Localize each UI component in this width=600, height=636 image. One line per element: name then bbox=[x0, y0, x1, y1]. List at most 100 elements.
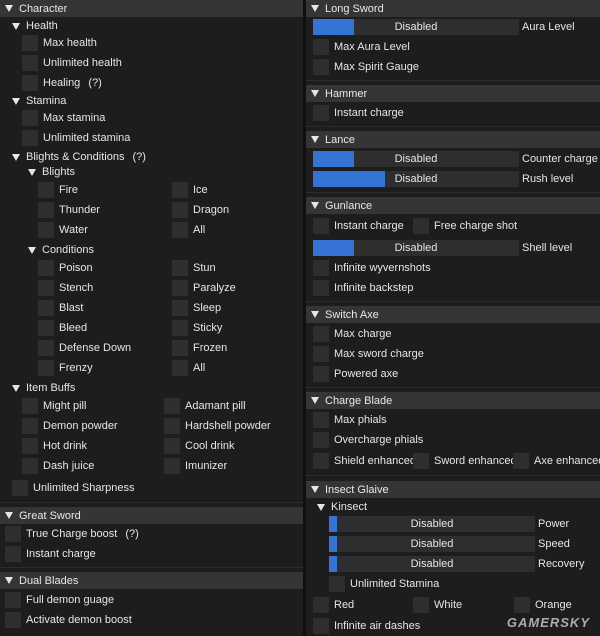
condition-blast-checkbox[interactable]: Blast bbox=[38, 300, 83, 316]
might-pill-checkbox[interactable]: Might pill bbox=[22, 398, 86, 414]
condition-poison-checkbox[interactable]: Poison bbox=[38, 260, 93, 276]
checkbox-box[interactable] bbox=[5, 546, 21, 562]
blight-dragon-checkbox[interactable]: Dragon bbox=[172, 202, 229, 218]
condition-stun-checkbox[interactable]: Stun bbox=[172, 260, 216, 276]
checkbox-box[interactable] bbox=[172, 182, 188, 198]
checkbox-box[interactable] bbox=[38, 260, 54, 276]
blight-water-checkbox[interactable]: Water bbox=[38, 222, 88, 238]
max-phials-checkbox[interactable]: Max phials bbox=[313, 412, 387, 428]
great-sword-instant-charge-checkbox[interactable]: Instant charge bbox=[5, 546, 96, 562]
header-character[interactable]: Character bbox=[0, 0, 304, 17]
gunlance-instant-charge-checkbox[interactable]: Instant charge bbox=[313, 218, 404, 234]
checkbox-box[interactable] bbox=[172, 280, 188, 296]
checkbox-box[interactable] bbox=[164, 458, 180, 474]
axe-enhanced-checkbox[interactable]: Axe enhanced bbox=[513, 453, 600, 469]
checkbox-box[interactable] bbox=[172, 360, 188, 376]
blight-thunder-checkbox[interactable]: Thunder bbox=[38, 202, 100, 218]
header-charge-blade[interactable]: Charge Blade bbox=[306, 392, 600, 409]
header-great-sword[interactable]: Great Sword bbox=[0, 507, 304, 524]
checkbox-box[interactable] bbox=[5, 526, 21, 542]
checkbox-box[interactable] bbox=[22, 75, 38, 91]
checkbox-box[interactable] bbox=[313, 346, 329, 362]
red-extract-checkbox[interactable]: Red bbox=[313, 597, 354, 613]
max-stamina-checkbox[interactable]: Max stamina bbox=[22, 110, 105, 126]
max-health-checkbox[interactable]: Max health bbox=[22, 35, 97, 51]
max-charge-checkbox[interactable]: Max charge bbox=[313, 326, 391, 342]
counter-charge-slider[interactable]: Disabled bbox=[313, 151, 519, 167]
checkbox-box[interactable] bbox=[313, 105, 329, 121]
imunizer-checkbox[interactable]: Imunizer bbox=[164, 458, 227, 474]
checkbox-box[interactable] bbox=[329, 576, 345, 592]
tree-blights-conditions[interactable]: Blights & Conditions (?) bbox=[12, 150, 146, 164]
max-aura-checkbox[interactable]: Max Aura Level bbox=[313, 39, 410, 55]
infinite-backstep-checkbox[interactable]: Infinite backstep bbox=[313, 280, 414, 296]
header-hammer[interactable]: Hammer bbox=[306, 85, 600, 102]
free-charge-checkbox[interactable]: Free charge shot bbox=[413, 218, 517, 234]
header-gunlance[interactable]: Gunlance bbox=[306, 197, 600, 214]
adamant-pill-checkbox[interactable]: Adamant pill bbox=[164, 398, 246, 414]
checkbox-box[interactable] bbox=[514, 597, 530, 613]
blights-conditions-help[interactable]: (?) bbox=[132, 151, 145, 163]
kinsect-speed-slider[interactable]: Disabled bbox=[329, 536, 535, 552]
checkbox-box[interactable] bbox=[313, 432, 329, 448]
blight-fire-checkbox[interactable]: Fire bbox=[38, 182, 78, 198]
checkbox-box[interactable] bbox=[313, 618, 329, 634]
true-charge-checkbox[interactable]: True Charge boost (?) bbox=[5, 526, 139, 542]
unlimited-sharpness-checkbox[interactable]: Unlimited Sharpness bbox=[12, 480, 135, 496]
blight-all-checkbox[interactable]: All bbox=[172, 222, 205, 238]
checkbox-box[interactable] bbox=[313, 366, 329, 382]
full-demon-checkbox[interactable]: Full demon guage bbox=[5, 592, 114, 608]
dash-juice-checkbox[interactable]: Dash juice bbox=[22, 458, 94, 474]
checkbox-box[interactable] bbox=[38, 222, 54, 238]
checkbox-box[interactable] bbox=[313, 39, 329, 55]
checkbox-box[interactable] bbox=[164, 438, 180, 454]
condition-bleed-checkbox[interactable]: Bleed bbox=[38, 320, 87, 336]
checkbox-box[interactable] bbox=[38, 320, 54, 336]
tree-stamina[interactable]: Stamina bbox=[12, 94, 66, 108]
activate-demon-checkbox[interactable]: Activate demon boost bbox=[5, 612, 132, 628]
checkbox-box[interactable] bbox=[313, 260, 329, 276]
checkbox-box[interactable] bbox=[413, 218, 429, 234]
aura-level-slider[interactable]: Disabled bbox=[313, 19, 519, 35]
checkbox-box[interactable] bbox=[513, 453, 529, 469]
checkbox-box[interactable] bbox=[38, 360, 54, 376]
checkbox-box[interactable] bbox=[164, 398, 180, 414]
checkbox-box[interactable] bbox=[413, 453, 429, 469]
infinite-wyvernshots-checkbox[interactable]: Infinite wyvernshots bbox=[313, 260, 431, 276]
kinsect-power-slider[interactable]: Disabled bbox=[329, 516, 535, 532]
header-lance[interactable]: Lance bbox=[306, 131, 600, 148]
condition-all-checkbox[interactable]: All bbox=[172, 360, 205, 376]
checkbox-box[interactable] bbox=[12, 480, 28, 496]
kinsect-unlimited-stamina-checkbox[interactable]: Unlimited Stamina bbox=[329, 576, 439, 592]
blight-ice-checkbox[interactable]: Ice bbox=[172, 182, 208, 198]
checkbox-box[interactable] bbox=[313, 280, 329, 296]
header-dual-blades[interactable]: Dual Blades bbox=[0, 572, 304, 589]
checkbox-box[interactable] bbox=[313, 326, 329, 342]
healing-checkbox[interactable]: Healing (?) bbox=[22, 75, 102, 91]
checkbox-box[interactable] bbox=[22, 438, 38, 454]
checkbox-box[interactable] bbox=[22, 398, 38, 414]
max-sword-charge-checkbox[interactable]: Max sword charge bbox=[313, 346, 424, 362]
unlimited-health-checkbox[interactable]: Unlimited health bbox=[22, 55, 122, 71]
condition-frozen-checkbox[interactable]: Frozen bbox=[172, 340, 227, 356]
tree-blights[interactable]: Blights bbox=[28, 165, 75, 179]
checkbox-box[interactable] bbox=[5, 592, 21, 608]
checkbox-box[interactable] bbox=[172, 300, 188, 316]
overcharge-phials-checkbox[interactable]: Overcharge phials bbox=[313, 432, 423, 448]
checkbox-box[interactable] bbox=[172, 340, 188, 356]
checkbox-box[interactable] bbox=[313, 59, 329, 75]
tree-conditions[interactable]: Conditions bbox=[28, 243, 94, 257]
kinsect-recovery-slider[interactable]: Disabled bbox=[329, 556, 535, 572]
checkbox-box[interactable] bbox=[172, 222, 188, 238]
infinite-air-dashes-checkbox[interactable]: Infinite air dashes bbox=[313, 618, 420, 634]
cool-drink-checkbox[interactable]: Cool drink bbox=[164, 438, 235, 454]
checkbox-box[interactable] bbox=[313, 218, 329, 234]
condition-sticky-checkbox[interactable]: Sticky bbox=[172, 320, 222, 336]
checkbox-box[interactable] bbox=[172, 320, 188, 336]
powered-axe-checkbox[interactable]: Powered axe bbox=[313, 366, 398, 382]
checkbox-box[interactable] bbox=[172, 260, 188, 276]
checkbox-box[interactable] bbox=[38, 280, 54, 296]
tree-item-buffs[interactable]: Item Buffs bbox=[12, 381, 75, 395]
condition-paralyze-checkbox[interactable]: Paralyze bbox=[172, 280, 236, 296]
sword-enhanced-checkbox[interactable]: Sword enhanced bbox=[413, 453, 517, 469]
